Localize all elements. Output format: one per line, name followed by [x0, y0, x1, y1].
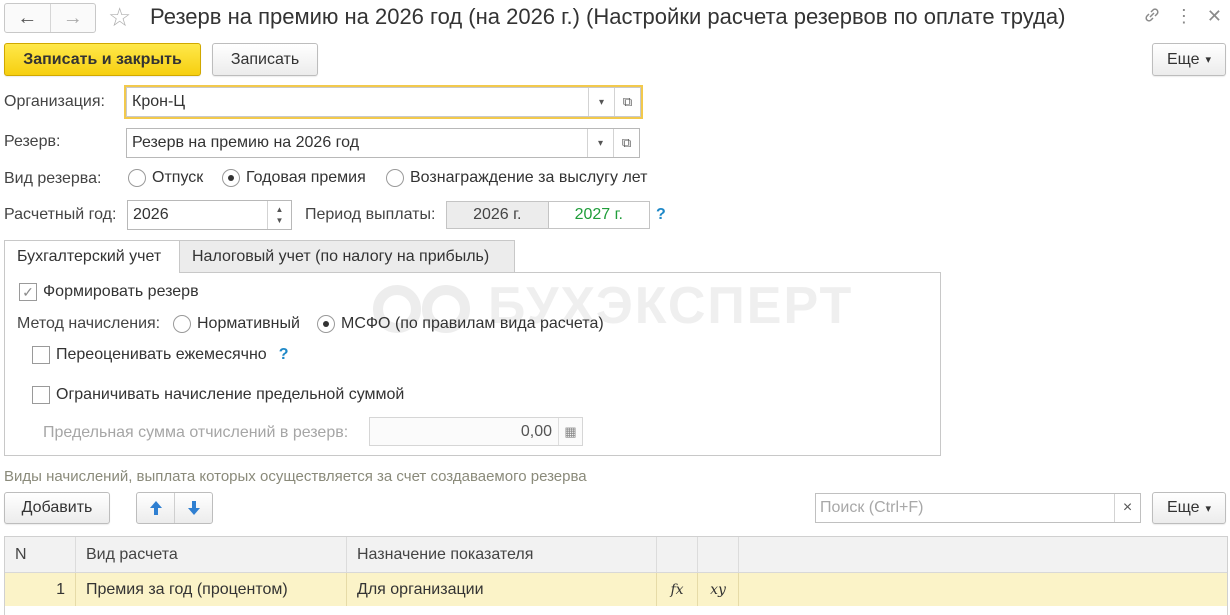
reserve-kind-vacation[interactable]: Отпуск	[128, 169, 203, 187]
move-up-button[interactable]	[137, 493, 174, 523]
chevron-down-icon: ▾	[1205, 54, 1212, 66]
max-sum-field[interactable]: 0,00 ▦	[369, 417, 583, 446]
checkbox-checked-icon[interactable]: ✓	[19, 283, 37, 301]
checkbox-icon[interactable]	[32, 386, 50, 404]
link-icon[interactable]	[1143, 6, 1161, 29]
max-sum-label: Предельная сумма отчислений в резерв:	[43, 424, 349, 441]
forward-icon[interactable]: →	[49, 4, 96, 32]
column-header-fx[interactable]	[657, 537, 698, 572]
row-purpose[interactable]: Для организации	[347, 573, 657, 606]
variable-xy-icon[interactable]: xy	[698, 573, 739, 606]
clear-search-icon[interactable]: ×	[1114, 494, 1140, 522]
arrow-up-icon	[149, 501, 162, 515]
radio-selected-icon[interactable]	[222, 169, 240, 187]
table-header: N Вид расчета Назначение показателя	[5, 537, 1227, 573]
column-header-kind[interactable]: Вид расчета	[76, 537, 347, 572]
radio-label: МСФО (по правилам вида расчета)	[341, 315, 604, 332]
row-kind[interactable]: Премия за год (процентом)	[76, 573, 347, 606]
checkbox-icon[interactable]	[32, 346, 50, 364]
reserve-field[interactable]: Резерв на премию на 2026 год ▾ ⧉	[126, 128, 640, 158]
spin-down-icon[interactable]: ▼	[276, 215, 284, 226]
fx-text: fx	[670, 581, 684, 598]
row-rest	[739, 573, 1227, 606]
table-row[interactable]: 1 Премия за год (процентом) Для организа…	[5, 573, 1227, 606]
spin-up-icon[interactable]: ▲	[276, 204, 284, 215]
method-normative[interactable]: Нормативный	[173, 315, 300, 333]
chevron-down-icon: ▾	[1205, 502, 1212, 515]
spin-buttons[interactable]: ▲ ▼	[267, 201, 291, 229]
radio-label: Нормативный	[197, 315, 300, 332]
checkbox-label: Формировать резерв	[43, 283, 199, 300]
window-controls: ⋮ ✕	[1143, 6, 1222, 29]
column-header-n[interactable]: N	[5, 537, 76, 572]
help-icon[interactable]: ?	[279, 346, 289, 364]
payment-period-label: Период выплаты:	[305, 206, 436, 223]
column-header-xy[interactable]	[698, 537, 739, 572]
column-header-purpose[interactable]: Назначение показателя	[347, 537, 657, 572]
checkbox-label: Ограничивать начисление предельной суммо…	[56, 386, 405, 403]
form-reserve-checkbox[interactable]: ✓ Формировать резерв	[19, 283, 199, 301]
reserve-kind-seniority[interactable]: Вознаграждение за выслугу лет	[386, 169, 647, 187]
move-buttons	[136, 492, 213, 524]
reserve-value[interactable]: Резерв на премию на 2026 год	[127, 129, 587, 157]
revalue-monthly-checkbox[interactable]: Переоценивать ежемесячно ?	[32, 346, 288, 364]
organization-label: Организация:	[4, 93, 105, 110]
help-icon[interactable]: ?	[656, 206, 666, 224]
close-icon[interactable]: ✕	[1207, 6, 1222, 29]
max-sum-value[interactable]: 0,00	[370, 418, 558, 445]
radio-label: Годовая премия	[246, 169, 366, 186]
tab-accounting[interactable]: Бухгалтерский учет	[4, 240, 180, 273]
add-button[interactable]: Добавить	[4, 492, 110, 524]
radio-icon[interactable]	[128, 169, 146, 187]
open-icon[interactable]: ⧉	[613, 129, 639, 157]
arrow-down-icon	[187, 501, 200, 515]
save-and-close-button[interactable]: Записать и закрыть	[4, 43, 201, 76]
calc-year-value[interactable]: 2026	[128, 201, 267, 229]
chevron-down-icon[interactable]: ▾	[588, 88, 614, 116]
window-title: Резерв на премию на 2026 год (на 2026 г.…	[150, 4, 1066, 29]
method-ifrs[interactable]: МСФО (по правилам вида расчета)	[317, 315, 604, 333]
accruals-caption: Виды начислений, выплата которых осущест…	[4, 468, 587, 485]
search-field[interactable]: Поиск (Ctrl+F) ×	[815, 493, 1141, 523]
radio-selected-icon[interactable]	[317, 315, 335, 333]
more-button[interactable]: Еще ▾	[1152, 43, 1226, 76]
move-down-button[interactable]	[174, 493, 212, 523]
organization-field[interactable]: Крон-Ц ▾ ⧉	[126, 87, 641, 117]
accrual-method-label: Метод начисления:	[17, 315, 161, 332]
radio-label: Отпуск	[152, 169, 204, 186]
tab-tax-accounting[interactable]: Налоговый учет (по налогу на прибыль)	[179, 240, 515, 272]
chevron-down-icon[interactable]: ▾	[587, 129, 613, 157]
period-from[interactable]: 2026 г.	[447, 202, 549, 228]
save-button[interactable]: Записать	[212, 43, 318, 76]
limit-sum-checkbox[interactable]: Ограничивать начисление предельной суммо…	[32, 386, 404, 404]
search-input[interactable]: Поиск (Ctrl+F)	[816, 494, 1114, 522]
organization-field-focus: Крон-Ц ▾ ⧉	[124, 85, 643, 119]
formula-fx-icon[interactable]: fx	[657, 573, 698, 606]
calc-year-label: Расчетный год:	[4, 206, 117, 223]
back-icon[interactable]: ←	[5, 4, 50, 32]
calculator-icon[interactable]: ▦	[558, 418, 582, 445]
period-to[interactable]: 2027 г.	[548, 202, 649, 228]
calc-year-field[interactable]: 2026 ▲ ▼	[127, 200, 292, 230]
radio-label: Вознаграждение за выслугу лет	[410, 169, 648, 186]
checkbox-label: Переоценивать ежемесячно	[56, 346, 267, 363]
reserve-kind-label: Вид резерва:	[4, 170, 102, 187]
reserve-label: Резерв:	[4, 133, 61, 150]
favorite-star-icon[interactable]: ☆	[108, 3, 131, 31]
radio-icon[interactable]	[386, 169, 404, 187]
reserve-kind-annual-bonus[interactable]: Годовая премия	[222, 169, 366, 187]
more-label: Еще	[1166, 50, 1200, 68]
payment-period-field[interactable]: 2026 г. 2027 г.	[446, 201, 650, 229]
open-icon[interactable]: ⧉	[614, 88, 640, 116]
accruals-table: N Вид расчета Назначение показателя 1 Пр…	[4, 536, 1228, 615]
navigation-buttons: ← →	[4, 3, 96, 33]
table-more-button[interactable]: Еще ▾	[1152, 492, 1226, 524]
organization-value[interactable]: Крон-Ц	[127, 88, 588, 116]
radio-icon[interactable]	[173, 315, 191, 333]
column-header-rest	[739, 537, 1227, 572]
menu-icon[interactable]: ⋮	[1175, 6, 1193, 29]
xy-text: xy	[710, 581, 726, 598]
more-label: Еще	[1166, 499, 1200, 516]
row-number[interactable]: 1	[5, 573, 76, 606]
